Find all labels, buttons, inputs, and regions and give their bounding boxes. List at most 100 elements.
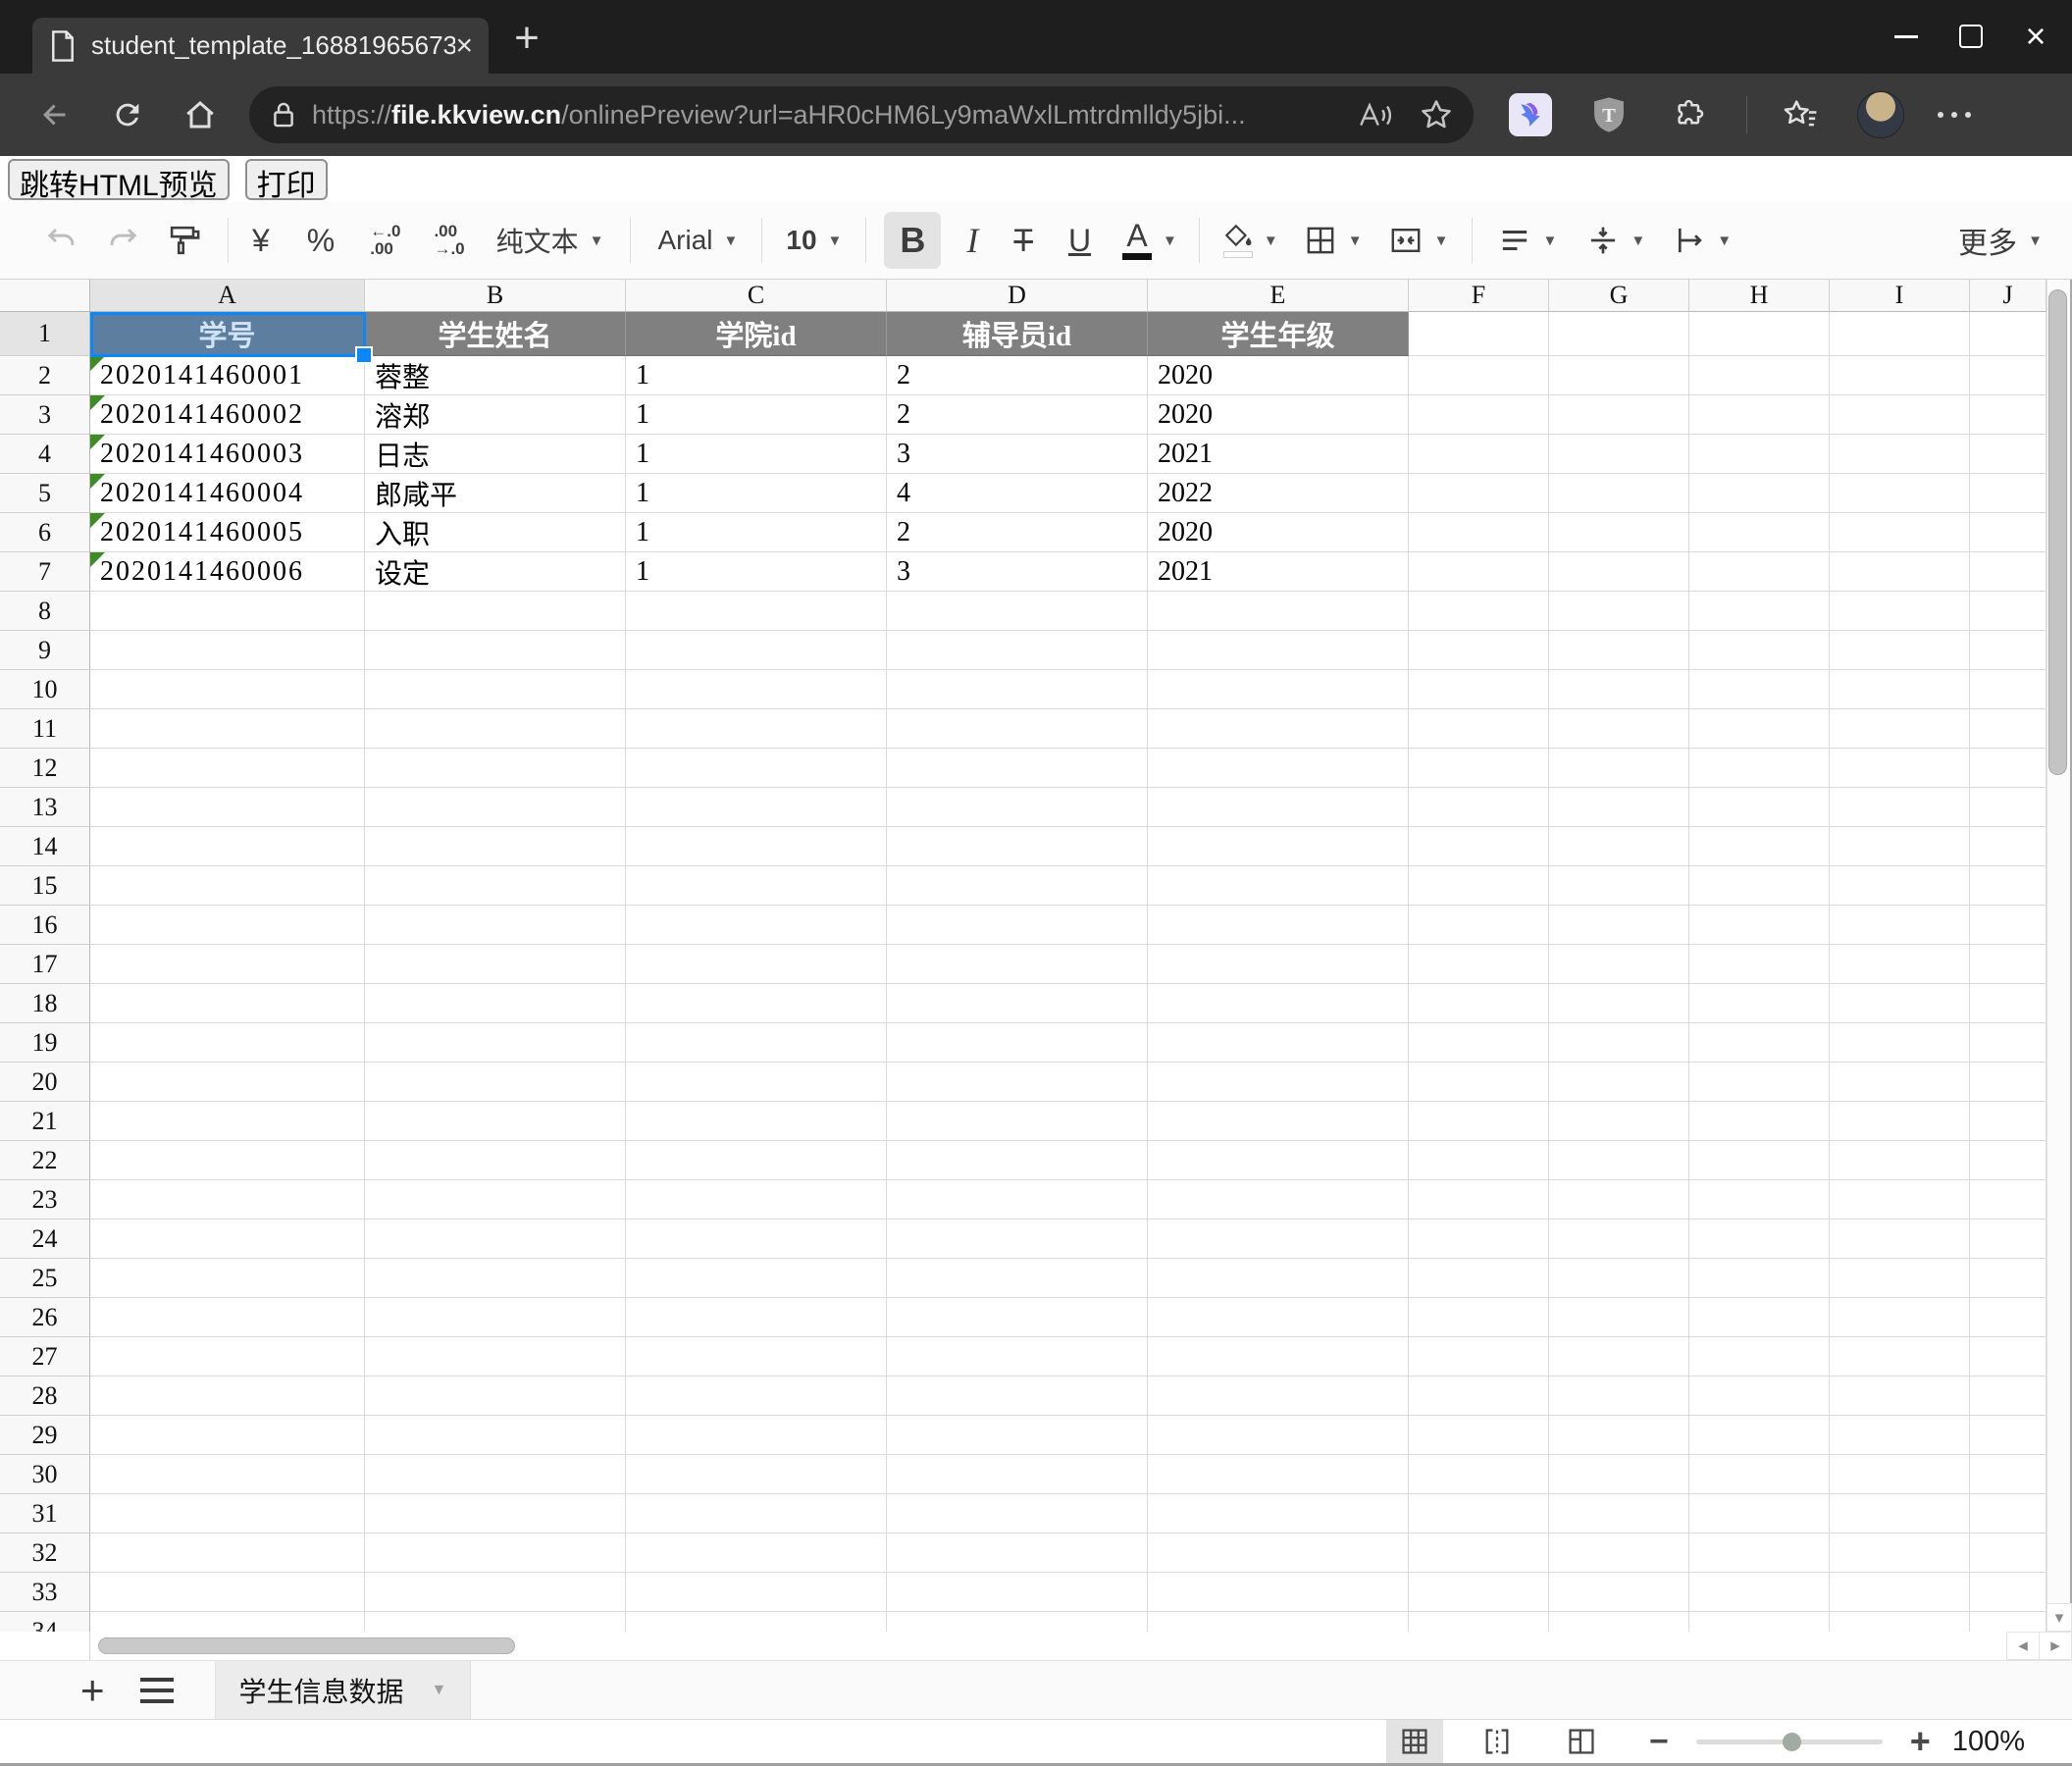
cell-C15[interactable] (626, 866, 887, 906)
window-minimize-button[interactable] (1874, 2, 1939, 71)
borders-button[interactable] (1304, 224, 1337, 257)
cell-C30[interactable] (626, 1455, 887, 1494)
row-header-28[interactable]: 28 (0, 1376, 90, 1416)
cell-J6[interactable] (1970, 513, 2046, 552)
cell-A1[interactable]: 学号 (90, 312, 365, 356)
cell-I19[interactable] (1830, 1023, 1970, 1063)
row-header-30[interactable]: 30 (0, 1455, 90, 1494)
cell-I15[interactable] (1830, 866, 1970, 906)
cell-H28[interactable] (1689, 1376, 1830, 1416)
cell-I7[interactable] (1830, 552, 1970, 592)
cell-H30[interactable] (1689, 1455, 1830, 1494)
cell-H11[interactable] (1689, 709, 1830, 749)
row-header-19[interactable]: 19 (0, 1023, 90, 1063)
cell-D5[interactable]: 4 (887, 474, 1148, 513)
cell-B10[interactable] (365, 670, 626, 709)
cell-D17[interactable] (887, 945, 1148, 984)
cell-J32[interactable] (1970, 1533, 2046, 1573)
cell-C6[interactable]: 1 (626, 513, 887, 552)
decrease-decimal-button[interactable]: ←.0.00 (370, 223, 400, 258)
cell-H20[interactable] (1689, 1063, 1830, 1102)
cell-D33[interactable] (887, 1573, 1148, 1612)
column-header-J[interactable]: J (1970, 280, 2046, 312)
cell-C29[interactable] (626, 1416, 887, 1455)
cell-F24[interactable] (1409, 1220, 1549, 1259)
cell-B25[interactable] (365, 1259, 626, 1298)
font-color-button[interactable]: A (1122, 221, 1152, 260)
cell-J13[interactable] (1970, 788, 2046, 827)
cell-C20[interactable] (626, 1063, 887, 1102)
cell-B9[interactable] (365, 631, 626, 670)
cell-J33[interactable] (1970, 1573, 2046, 1612)
cell-F18[interactable] (1409, 984, 1549, 1023)
cell-F31[interactable] (1409, 1494, 1549, 1533)
cell-F8[interactable] (1409, 592, 1549, 631)
cell-B23[interactable] (365, 1180, 626, 1220)
cell-I26[interactable] (1830, 1298, 1970, 1337)
column-header-C[interactable]: C (626, 280, 887, 312)
cell-C34[interactable] (626, 1612, 887, 1632)
home-button[interactable] (177, 91, 224, 138)
cell-F20[interactable] (1409, 1063, 1549, 1102)
cell-H13[interactable] (1689, 788, 1830, 827)
cell-B14[interactable] (365, 827, 626, 866)
cell-G34[interactable] (1549, 1612, 1689, 1632)
cell-G8[interactable] (1549, 592, 1689, 631)
cell-H1[interactable] (1689, 312, 1830, 356)
cell-F23[interactable] (1409, 1180, 1549, 1220)
cell-J14[interactable] (1970, 827, 2046, 866)
chevron-down-icon[interactable]: ▼ (1542, 233, 1557, 249)
browser-menu-icon[interactable] (1938, 112, 1971, 118)
cell-I8[interactable] (1830, 592, 1970, 631)
cell-I29[interactable] (1830, 1416, 1970, 1455)
cell-E27[interactable] (1148, 1337, 1409, 1376)
percent-format-button[interactable]: % (307, 223, 335, 259)
horizontal-align-button[interactable] (1498, 224, 1531, 257)
row-header-27[interactable]: 27 (0, 1337, 90, 1376)
number-format-select[interactable]: 纯文本▼ (496, 221, 604, 260)
cell-D23[interactable] (887, 1180, 1148, 1220)
tab-close-icon[interactable]: × (455, 31, 473, 61)
cell-J21[interactable] (1970, 1102, 2046, 1141)
scroll-left-button[interactable]: ◂ (2006, 1632, 2040, 1660)
cell-J25[interactable] (1970, 1259, 2046, 1298)
cell-J11[interactable] (1970, 709, 2046, 749)
cell-G9[interactable] (1549, 631, 1689, 670)
cell-C33[interactable] (626, 1573, 887, 1612)
cell-B15[interactable] (365, 866, 626, 906)
cell-G24[interactable] (1549, 1220, 1689, 1259)
back-button[interactable] (31, 91, 78, 138)
cell-J20[interactable] (1970, 1063, 2046, 1102)
zoom-slider-thumb[interactable] (1783, 1733, 1801, 1751)
cell-D15[interactable] (887, 866, 1148, 906)
cell-C31[interactable] (626, 1494, 887, 1533)
cell-G23[interactable] (1549, 1180, 1689, 1220)
cell-J15[interactable] (1970, 866, 2046, 906)
chevron-down-icon[interactable]: ▼ (432, 1682, 447, 1699)
cell-A19[interactable] (90, 1023, 365, 1063)
cell-E6[interactable]: 2020 (1148, 513, 1409, 552)
cell-E13[interactable] (1148, 788, 1409, 827)
bold-button[interactable]: B (884, 212, 941, 269)
cell-J2[interactable] (1970, 356, 2046, 395)
vertical-scrollbar-thumb[interactable] (2048, 289, 2067, 775)
column-header-G[interactable]: G (1549, 280, 1689, 312)
cell-G28[interactable] (1549, 1376, 1689, 1416)
cell-G31[interactable] (1549, 1494, 1689, 1533)
cell-F15[interactable] (1409, 866, 1549, 906)
cell-I27[interactable] (1830, 1337, 1970, 1376)
cell-D13[interactable] (887, 788, 1148, 827)
cell-B4[interactable]: 日志 (365, 435, 626, 474)
cell-J5[interactable] (1970, 474, 2046, 513)
cell-F28[interactable] (1409, 1376, 1549, 1416)
cell-A14[interactable] (90, 827, 365, 866)
cell-G5[interactable] (1549, 474, 1689, 513)
sheet-tab-active[interactable]: 学生信息数据 ▼ (215, 1661, 472, 1720)
cell-A30[interactable] (90, 1455, 365, 1494)
scroll-right-button[interactable]: ▸ (2039, 1632, 2072, 1660)
cell-A11[interactable] (90, 709, 365, 749)
cell-C1[interactable]: 学院id (626, 312, 887, 356)
cell-C25[interactable] (626, 1259, 887, 1298)
print-button[interactable]: 打印 (245, 159, 328, 200)
cell-F25[interactable] (1409, 1259, 1549, 1298)
